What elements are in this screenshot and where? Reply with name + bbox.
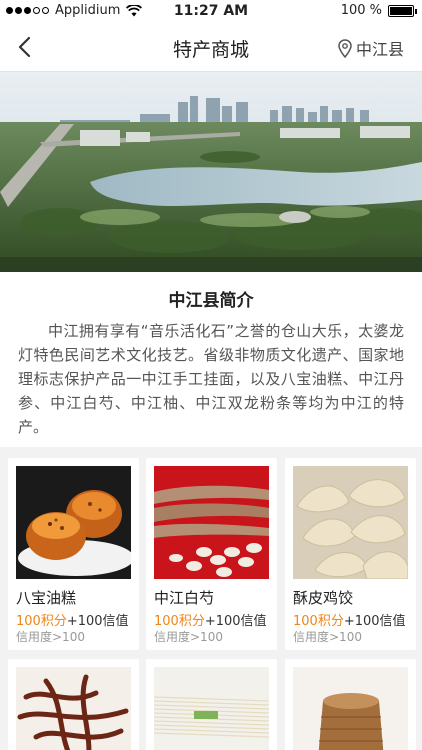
product-points: 100积分 [16, 614, 67, 629]
aerial-city-photo [0, 72, 422, 272]
product-card[interactable] [8, 659, 139, 750]
city-banner-image[interactable] [0, 72, 422, 272]
product-credit-value: +100信值 [204, 614, 267, 629]
product-image [293, 466, 408, 579]
product-card[interactable] [285, 659, 416, 750]
product-points: 100积分 [154, 614, 205, 629]
product-image [154, 667, 269, 750]
product-name: 八宝油糕 [16, 589, 77, 607]
location-selector[interactable]: 中江县 [338, 36, 404, 60]
intro-title: 中江县简介 [168, 291, 254, 311]
intro-text: 中江拥有享有“音乐活化石”之誉的仓山大乐，太婆龙灯特色民间艺术文化技艺。省级非物… [18, 322, 404, 436]
county-intro-section: 中江县简介 中江拥有享有“音乐活化石”之誉的仓山大乐，太婆龙灯特色民间艺术文化技… [0, 272, 422, 447]
product-price: 100积分+100信值 [293, 610, 406, 629]
product-name: 中江白芍 [154, 589, 215, 607]
product-image [293, 667, 408, 750]
product-price: 100积分+100信值 [16, 610, 129, 629]
product-card[interactable]: 中江白芍 100积分+100信值 信用度>100 [146, 458, 277, 650]
product-image [16, 466, 131, 579]
product-name: 酥皮鸡饺 [293, 589, 354, 607]
product-points: 100积分 [293, 614, 344, 629]
location-pin-icon [338, 38, 352, 58]
product-credit-requirement: 信用度>100 [16, 630, 85, 644]
product-card[interactable]: 八宝油糕 100积分+100信值 信用度>100 [8, 458, 139, 650]
product-price: 100积分+100信值 [154, 610, 267, 629]
product-credit-value: +100信值 [343, 614, 406, 629]
product-credit-requirement: 信用度>100 [293, 630, 362, 644]
status-bar: Applidium 11:27 AM 100 % [0, 0, 422, 22]
chevron-left-icon [18, 36, 31, 58]
product-credit-requirement: 信用度>100 [154, 630, 223, 644]
back-button[interactable] [12, 34, 36, 60]
battery-percent: 100 % [340, 3, 382, 18]
product-image [154, 466, 269, 579]
battery-icon [388, 4, 417, 17]
nav-bar: 特产商城 中江县 [0, 22, 422, 72]
product-card[interactable] [146, 659, 277, 750]
product-image [16, 667, 131, 750]
product-credit-value: +100信值 [66, 614, 129, 629]
battery-area: 100 % [340, 3, 417, 18]
location-label: 中江县 [355, 40, 404, 59]
product-card[interactable]: 酥皮鸡饺 100积分+100信值 信用度>100 [285, 458, 416, 650]
